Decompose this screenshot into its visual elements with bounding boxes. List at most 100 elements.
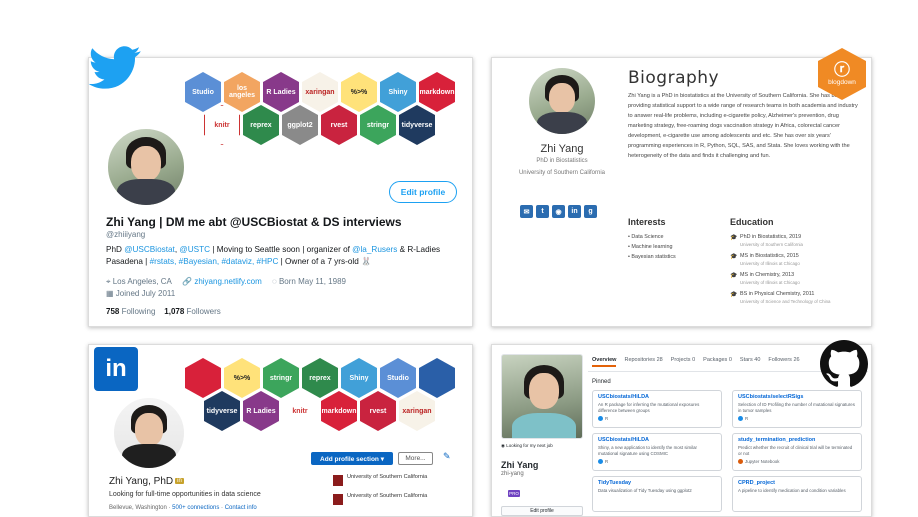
- interest-item: • Bayesian statistics: [628, 254, 676, 260]
- bio-link-uscbiostat[interactable]: @USCBiostat: [124, 245, 175, 254]
- linkedin-profile-card: %>% stringr reprex Shiny Studio tidyvers…: [88, 344, 473, 517]
- linkedin-avatar[interactable]: [111, 395, 187, 471]
- github-avatar[interactable]: [501, 354, 583, 439]
- tab-stars[interactable]: Stars 40: [740, 357, 760, 367]
- hex-sticker-tidyverse-li: tidyverse: [204, 391, 240, 431]
- education-item: 🎓 MS in Biostatistics, 2015 University of …: [730, 251, 865, 267]
- bio-link-la-rusers[interactable]: @la_Rusers: [352, 245, 397, 254]
- tab-overview[interactable]: Overview: [592, 357, 617, 367]
- linkedin-name: Zhi Yang, PhD in: [109, 476, 184, 487]
- twitter-avatar[interactable]: [105, 126, 187, 208]
- interest-item: • Machine learning: [628, 244, 673, 250]
- following-link[interactable]: 758 Following: [106, 307, 155, 316]
- pinned-repo-card[interactable]: USCbiostats/selectRSigs Selection of ID …: [732, 390, 862, 428]
- twitter-bio: PhD @USCBiostat, @USTC | Moving to Seatt…: [106, 244, 461, 268]
- language-dot: [598, 459, 603, 465]
- linkedin-education-item[interactable]: University of Southern California: [333, 493, 457, 505]
- twitter-icon[interactable]: t: [536, 205, 549, 218]
- hex-sticker-rladies-li: R Ladies: [243, 391, 279, 431]
- hex-sticker-shiny-li: Shiny: [341, 358, 377, 398]
- hex-sticker-tidyverse: tidyverse: [399, 105, 435, 145]
- repo-language: R: [598, 416, 716, 422]
- repo-description: A pipeline to identify medication and co…: [738, 488, 846, 493]
- blogdown-avatar[interactable]: [529, 68, 595, 134]
- tab-projects[interactable]: Projects 0: [671, 357, 695, 367]
- add-profile-section-button[interactable]: Add profile section ▾: [311, 452, 393, 465]
- linkedin-education-item[interactable]: University of Southern California: [333, 474, 457, 486]
- pinned-repo-card[interactable]: TidyTuesday Data visualization of Tidy T…: [592, 476, 722, 512]
- hex-label: ggplot2: [287, 121, 313, 129]
- github-octocat-icon: [820, 340, 868, 388]
- tab-repositories[interactable]: Repositories 28: [624, 357, 662, 367]
- born-text: Born May 11, 1989: [278, 277, 346, 286]
- email-icon[interactable]: ✉: [520, 205, 533, 218]
- avatar-face: [529, 373, 559, 409]
- repo-description: An R package for inferring the mutationa…: [598, 402, 700, 413]
- github-status[interactable]: ◉ Looking for my next job: [501, 443, 553, 449]
- website-link[interactable]: zhiyang.netlify.com: [194, 277, 261, 286]
- github-name: Zhi Yang: [501, 460, 539, 470]
- interest-text: Bayesian statistics: [631, 254, 676, 260]
- twitter-meta: ⌖ Los Angeles, CA 🔗 zhiyang.netlify.com …: [106, 276, 466, 300]
- hex-sticker-markdown: markdown: [419, 72, 455, 112]
- repo-title[interactable]: study_termination_prediction: [738, 437, 856, 443]
- hex-sticker-pipe: %>%: [341, 72, 377, 112]
- pinned-repo-card[interactable]: study_termination_prediction Predict whe…: [732, 433, 862, 471]
- repo-description: Data visualization of Tidy Tuesday using…: [598, 488, 692, 493]
- twitter-follow-counts: 758 Following 1,078 Followers: [106, 307, 221, 316]
- edit-profile-button[interactable]: Edit profile: [389, 181, 457, 203]
- graduation-cap-icon: 🎓: [730, 292, 738, 298]
- pinned-repo-card[interactable]: USCbiostats/HiLDA Shiny, a new applicati…: [592, 433, 722, 471]
- edit-pencil-icon[interactable]: ✎: [443, 451, 451, 462]
- hex-label: markdown: [419, 88, 455, 96]
- hex-label: R Ladies: [246, 407, 276, 415]
- github-edit-profile-button[interactable]: Edit profile: [501, 506, 583, 516]
- education-list: 🎓 PhD in Biostatistics, 2019 University of…: [730, 232, 865, 308]
- hex-sticker-studio-li: Studio: [380, 358, 416, 398]
- balloon-icon: ◌: [271, 277, 279, 286]
- joined-text: Joined July 2011: [115, 289, 176, 298]
- repo-title[interactable]: CPRD_project: [738, 480, 856, 486]
- contact-info-link[interactable]: Contact info: [225, 505, 257, 511]
- bio-text: | Owner of a 7 yrs-old 🐰: [278, 257, 372, 266]
- bio-hashtags[interactable]: #rstats, #Bayesian, #dataviz, #HPC: [150, 257, 279, 266]
- calendar-icon: ▦: [106, 289, 116, 298]
- tab-packages[interactable]: Packages 0: [703, 357, 732, 367]
- blogdown-affiliation: University of Southern California: [518, 170, 606, 176]
- bio-link-ustc[interactable]: @USTC: [179, 245, 210, 254]
- biography-heading: Biography: [628, 68, 720, 88]
- repo-title[interactable]: TidyTuesday: [598, 480, 716, 486]
- hex-label: knitr: [214, 121, 230, 129]
- linkedin-premium-badge: in: [175, 478, 184, 485]
- pinned-repo-card[interactable]: USCbiostats/HiLDA An R package for infer…: [592, 390, 722, 428]
- usc-crest-icon: [333, 494, 343, 505]
- google-scholar-icon[interactable]: g: [584, 205, 597, 218]
- hex-label: knitr: [292, 407, 308, 415]
- location-item: ⌖ Los Angeles, CA: [106, 277, 172, 286]
- linkedin-icon[interactable]: in: [568, 205, 581, 218]
- interests-heading: Interests: [628, 217, 666, 227]
- repo-title[interactable]: USCbiostats/selectRSigs: [738, 394, 856, 400]
- education-degree: MS in Chemistry, 2013: [740, 272, 795, 278]
- followers-link[interactable]: 1,078 Followers: [164, 307, 221, 316]
- tab-followers[interactable]: Followers 26: [768, 357, 799, 367]
- repo-language: Jupyter Notebook: [738, 459, 856, 465]
- hex-label: reprex: [250, 121, 272, 129]
- hex-sticker-stringr-li: stringr: [263, 358, 299, 398]
- avatar-face: [135, 413, 163, 446]
- hex-label: rvest: [369, 407, 387, 415]
- website-item[interactable]: 🔗 zhiyang.netlify.com: [182, 277, 262, 286]
- github-icon[interactable]: ◉: [552, 205, 565, 218]
- hex-label: stringr: [366, 121, 390, 129]
- pinned-repo-card[interactable]: CPRD_project A pipeline to identify medi…: [732, 476, 862, 512]
- hex-sticker-stringr: stringr: [360, 105, 396, 145]
- interest-text: Data Science: [631, 234, 664, 240]
- repo-language-text: Jupyter Notebook: [745, 459, 780, 464]
- interest-item: • Data Science: [628, 234, 664, 240]
- repo-title[interactable]: USCbiostats/HiLDA: [598, 437, 716, 443]
- hex-label: tidyverse: [206, 407, 238, 415]
- repo-title[interactable]: USCbiostats/HiLDA: [598, 394, 716, 400]
- more-button[interactable]: More...: [398, 452, 433, 465]
- connections-link[interactable]: 500+ connections: [172, 505, 219, 511]
- graduation-cap-icon: 🎓: [730, 273, 738, 279]
